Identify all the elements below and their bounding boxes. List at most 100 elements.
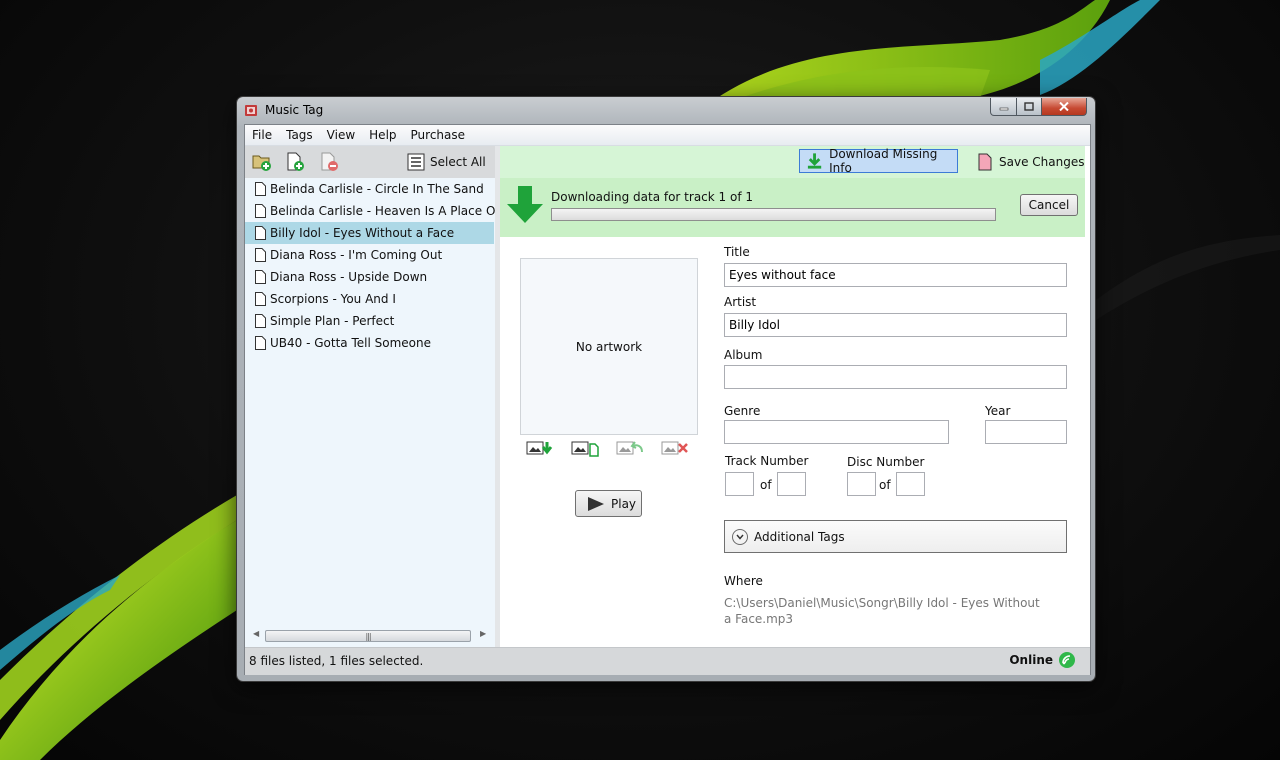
document-icon — [255, 226, 266, 240]
file-row[interactable]: Simple Plan - Perfect — [245, 310, 495, 332]
scroll-left-icon[interactable]: ◀ — [253, 629, 259, 638]
remove-artwork-icon[interactable] — [661, 439, 689, 457]
play-label: Play — [611, 496, 637, 511]
artist-label: Artist — [724, 295, 757, 309]
file-row[interactable]: Belinda Carlisle - Heaven Is A Place On … — [245, 200, 495, 222]
document-icon — [255, 314, 266, 328]
horizontal-scrollbar[interactable]: ◀ ||| ▶ — [251, 628, 493, 644]
maximize-icon — [1024, 102, 1034, 111]
artist-field[interactable] — [724, 313, 1067, 337]
save-changes-button[interactable]: Save Changes — [978, 150, 1084, 174]
action-bar: Download Missing Info Save Changes — [500, 146, 1085, 178]
save-changes-label: Save Changes — [999, 155, 1085, 169]
genre-field[interactable] — [724, 420, 949, 444]
file-name: Billy Idol - Eyes Without a Face — [270, 226, 455, 240]
file-name: Diana Ross - I'm Coming Out — [270, 248, 443, 262]
play-icon — [588, 496, 604, 511]
menu-file[interactable]: File — [245, 125, 279, 145]
app-window: Music Tag File Tags View Help Purchase S… — [237, 97, 1095, 681]
disc-number-field[interactable] — [847, 472, 876, 496]
document-icon — [255, 336, 266, 350]
disc-number-label: Disc Number — [847, 455, 925, 469]
download-missing-info-button[interactable]: Download Missing Info — [799, 147, 958, 175]
remove-file-icon[interactable] — [319, 152, 339, 172]
file-row[interactable]: Diana Ross - I'm Coming Out — [245, 244, 495, 266]
tag-editor: Download Missing Info Save Changes Downl… — [500, 146, 1085, 647]
cancel-button[interactable]: Cancel — [1020, 194, 1078, 216]
menu-help[interactable]: Help — [362, 125, 403, 145]
minimize-icon — [999, 107, 1008, 110]
file-panel: Select All Belinda Carlisle - Circle In … — [245, 146, 495, 647]
document-icon — [255, 182, 266, 196]
app-tag-icon — [245, 105, 257, 116]
save-document-icon — [978, 153, 992, 171]
status-text: 8 files listed, 1 files selected. — [249, 654, 424, 668]
menu-purchase[interactable]: Purchase — [404, 125, 473, 145]
track-number-field[interactable] — [725, 472, 754, 496]
track-of-label: of — [760, 478, 772, 492]
maximize-button[interactable] — [1017, 98, 1042, 116]
file-row-selected[interactable]: Billy Idol - Eyes Without a Face — [245, 222, 494, 244]
year-field[interactable] — [985, 420, 1067, 444]
scroll-grip: ||| — [365, 631, 371, 641]
download-icon — [807, 153, 822, 169]
file-name: Scorpions - You And I — [270, 292, 396, 306]
genre-label: Genre — [724, 404, 761, 418]
document-icon — [255, 270, 266, 284]
chevron-down-icon — [732, 528, 748, 545]
track-number-label: Track Number — [725, 454, 809, 468]
artwork-box[interactable]: No artwork — [520, 258, 698, 435]
additional-tags-label: Additional Tags — [754, 529, 845, 544]
window-title: Music Tag — [265, 103, 324, 117]
document-icon — [255, 248, 266, 262]
document-icon — [255, 292, 266, 306]
connection-status: Online — [1009, 651, 1076, 669]
checklist-icon — [407, 153, 425, 171]
disc-of-label: of — [879, 478, 891, 492]
file-row[interactable]: UB40 - Gotta Tell Someone — [245, 332, 495, 354]
progress-status-text: Downloading data for track 1 of 1 — [551, 190, 753, 204]
album-field[interactable] — [724, 365, 1067, 389]
progress-bar — [551, 208, 996, 221]
file-name: Simple Plan - Perfect — [270, 314, 395, 328]
file-name: UB40 - Gotta Tell Someone — [270, 336, 431, 350]
file-list: Belinda Carlisle - Circle In The Sand Be… — [245, 178, 495, 625]
title-label: Title — [724, 245, 750, 259]
online-label: Online — [1009, 653, 1053, 667]
download-artwork-icon[interactable] — [526, 439, 554, 457]
download-arrow-icon — [507, 186, 543, 223]
add-file-icon[interactable] — [285, 152, 305, 172]
title-bar[interactable]: Music Tag — [237, 97, 1095, 124]
select-all-button[interactable]: Select All — [407, 150, 486, 174]
title-field[interactable] — [724, 263, 1067, 287]
download-missing-info-label: Download Missing Info — [829, 147, 938, 175]
scroll-thumb[interactable]: ||| — [265, 630, 471, 642]
status-bar: 8 files listed, 1 files selected. Online — [245, 647, 1090, 675]
menu-tags[interactable]: Tags — [279, 125, 320, 145]
scroll-right-icon[interactable]: ▶ — [480, 629, 486, 638]
add-folder-icon[interactable] — [252, 152, 272, 172]
download-progress-panel: Downloading data for track 1 of 1 Cancel — [500, 178, 1085, 237]
restore-artwork-icon[interactable] — [616, 439, 644, 457]
close-icon — [1059, 102, 1069, 111]
file-name: Belinda Carlisle - Heaven Is A Place On … — [270, 204, 495, 218]
play-button[interactable]: Play — [575, 490, 642, 517]
file-row[interactable]: Belinda Carlisle - Circle In The Sand — [245, 178, 495, 200]
menu-view[interactable]: View — [320, 125, 362, 145]
additional-tags-expander[interactable]: Additional Tags — [724, 520, 1067, 553]
track-total-field[interactable] — [777, 472, 806, 496]
menu-bar: File Tags View Help Purchase — [245, 125, 1090, 146]
minimize-button[interactable] — [990, 98, 1017, 116]
file-row[interactable]: Scorpions - You And I — [245, 288, 495, 310]
disc-total-field[interactable] — [896, 472, 925, 496]
file-row[interactable]: Diana Ross - Upside Down — [245, 266, 495, 288]
close-button[interactable] — [1042, 98, 1087, 116]
album-label: Album — [724, 348, 763, 362]
artwork-tools — [526, 439, 696, 459]
artwork-from-file-icon[interactable] — [571, 439, 599, 457]
select-all-label: Select All — [430, 155, 486, 169]
where-label: Where — [724, 574, 763, 588]
year-label: Year — [985, 404, 1011, 418]
document-icon — [255, 204, 266, 218]
file-path: C:\Users\Daniel\Music\Songr\Billy Idol -… — [724, 596, 1040, 626]
